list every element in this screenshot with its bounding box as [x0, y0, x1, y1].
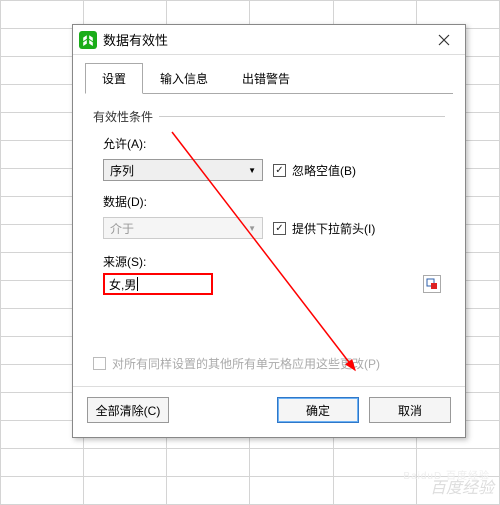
data-label: 数据(D):: [103, 193, 273, 210]
data-value: 介于: [110, 220, 134, 237]
app-icon: [79, 31, 97, 49]
ok-button[interactable]: 确定: [277, 397, 359, 423]
dropdown-arrow-icon: ▼: [248, 166, 256, 175]
criteria-label: 有效性条件: [93, 108, 153, 125]
dialog-body: 有效性条件 允许(A): 序列 ▼ ✓ 忽略空值(B): [73, 94, 465, 386]
tab-error-alert[interactable]: 出错警告: [225, 63, 307, 94]
range-selector-icon[interactable]: [423, 275, 441, 293]
titlebar: 数据有效性: [73, 25, 465, 55]
checkbox-icon: ✓: [273, 164, 286, 177]
dialog-title: 数据有效性: [103, 30, 429, 49]
source-value: 女,男: [109, 276, 136, 293]
tab-input-message[interactable]: 输入信息: [143, 63, 225, 94]
ignore-blank-checkbox[interactable]: ✓ 忽略空值(B): [273, 162, 445, 179]
allow-label: 允许(A):: [103, 135, 273, 152]
cancel-button[interactable]: 取消: [369, 397, 451, 423]
apply-all-checkbox: 对所有同样设置的其他所有单元格应用这些更改(P): [93, 355, 445, 372]
tab-settings[interactable]: 设置: [85, 63, 143, 94]
provide-dropdown-label: 提供下拉箭头(I): [292, 220, 375, 237]
source-label: 来源(S):: [103, 253, 445, 270]
data-validation-dialog: 数据有效性 设置 输入信息 出错警告 有效性条件 允许(A): 序列 ▼: [72, 24, 466, 438]
tab-bar: 设置 输入信息 出错警告: [73, 55, 465, 94]
provide-dropdown-checkbox[interactable]: ✓ 提供下拉箭头(I): [273, 220, 445, 237]
criteria-fieldset: 有效性条件: [93, 108, 445, 125]
source-input[interactable]: 女,男: [103, 273, 213, 295]
allow-value: 序列: [110, 162, 134, 179]
allow-dropdown[interactable]: 序列 ▼: [103, 159, 263, 181]
checkbox-icon: ✓: [273, 222, 286, 235]
clear-all-button[interactable]: 全部清除(C): [87, 397, 169, 423]
dropdown-arrow-icon: ▼: [248, 224, 256, 233]
data-dropdown: 介于 ▼: [103, 217, 263, 239]
ignore-blank-label: 忽略空值(B): [292, 162, 356, 179]
checkbox-icon: [93, 357, 106, 370]
close-button[interactable]: [429, 28, 459, 52]
button-row: 全部清除(C) 确定 取消: [73, 386, 465, 437]
apply-all-label: 对所有同样设置的其他所有单元格应用这些更改(P): [112, 355, 380, 372]
